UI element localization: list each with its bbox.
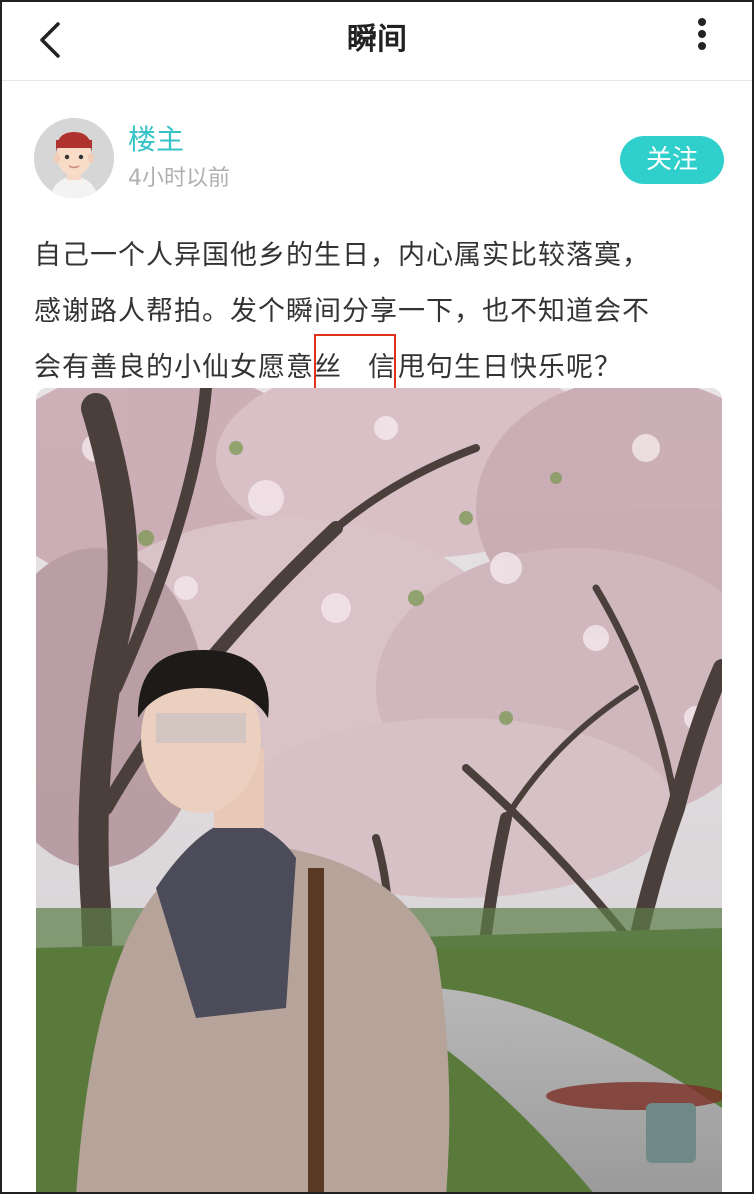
post-header: 楼主 4小时以前 关注 [34, 118, 724, 202]
author-name[interactable]: 楼主 [128, 122, 184, 158]
post-text-segment: 甩句生日快乐呢？ [398, 352, 622, 383]
highlight-box [314, 334, 396, 392]
avatar[interactable] [34, 118, 114, 198]
post-text-line: 感谢路人帮拍。发个瞬间分享一下，也不知道会不 [34, 296, 650, 327]
post-timestamp: 4小时以前 [128, 166, 230, 191]
post-text-segment: 会有善良的小仙女愿意 [34, 352, 314, 383]
follow-button[interactable]: 关注 [620, 136, 724, 184]
post-photo[interactable] [36, 388, 722, 1192]
more-vertical-icon [692, 18, 712, 50]
post-content: 自己一个人异国他乡的生日，内心属实比较落寞， 感谢路人帮拍。发个瞬间分享一下，也… [34, 228, 724, 396]
post-text-line: 自己一个人异国他乡的生日，内心属实比较落寞， [34, 240, 650, 271]
more-options-button[interactable] [692, 16, 712, 64]
top-navigation-bar: 瞬间 [2, 2, 752, 81]
page-title: 瞬间 [347, 22, 407, 57]
avatar-image [34, 118, 114, 198]
photo-image [36, 388, 722, 1192]
app-frame: 瞬间 楼主 4小时以前 关注 自己一个人异国他乡的生日，内心属实比较落寞， 感谢… [0, 0, 754, 1194]
